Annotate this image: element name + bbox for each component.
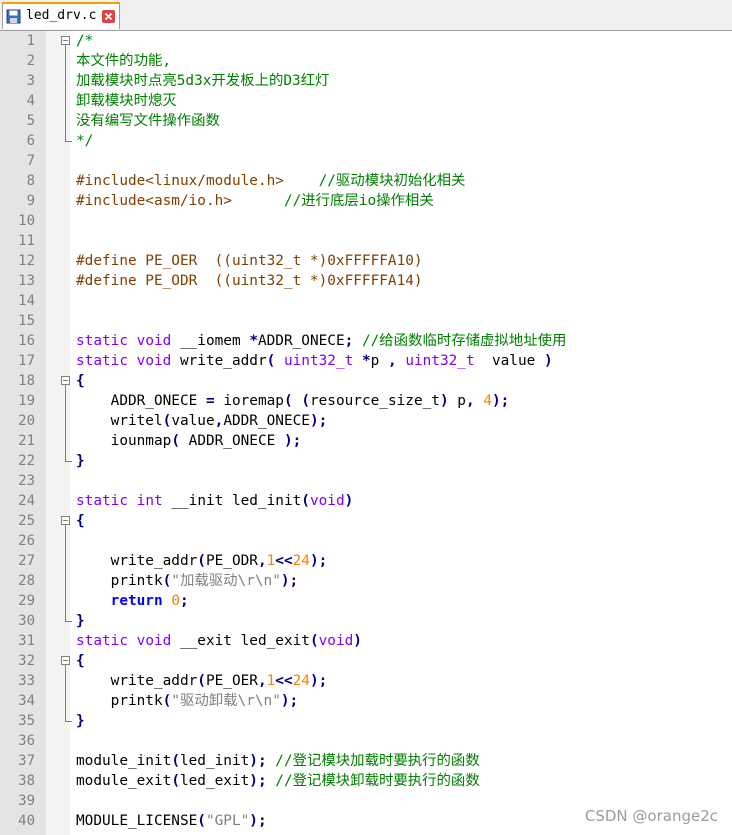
line-number: 38 [18, 773, 35, 789]
line-number: 18 [18, 373, 35, 389]
save-disk-icon [6, 9, 21, 24]
code-line: ADDR_ONECE = ioremap( (resource_size_t) … [110, 393, 510, 409]
watermark: CSDN @orange2c [584, 807, 718, 825]
line-number: 10 [18, 213, 35, 229]
line-number: 33 [18, 673, 35, 689]
code-line: module_exit(led_exit); //登记模块卸载时要执行的函数 [76, 773, 480, 789]
include-directive: #include<asm/io.h> [76, 193, 232, 209]
code-line: #define PE_ODR ((uint32_t *)0xFFFFFA14) [76, 273, 423, 289]
fold-line [65, 45, 66, 141]
line-number: 5 [26, 113, 35, 129]
line-number: 37 [18, 753, 35, 769]
code-line: writel(value,ADDR_ONECE); [110, 413, 328, 429]
code-comment: //给函数临时存储虚拟地址使用 [361, 333, 567, 349]
line-number: 15 [18, 313, 35, 329]
code-line: write_addr(PE_OER,1<<24); [110, 673, 328, 689]
line-number: 23 [18, 473, 35, 489]
fold-toggle-icon[interactable] [61, 656, 70, 665]
line-number: 20 [18, 413, 35, 429]
line-number: 30 [18, 613, 35, 629]
code-comment: //进行底层io操作相关 [283, 193, 434, 209]
fold-end [65, 621, 72, 622]
fold-line [65, 665, 66, 721]
line-number: 31 [18, 633, 35, 649]
code-line: 没有编写文件操作函数 [76, 113, 220, 129]
code-line: } [76, 613, 85, 629]
code-line: iounmap( ADDR_ONECE ); [110, 433, 302, 449]
file-tab[interactable]: led_drv.c [2, 2, 120, 29]
line-number: 9 [26, 193, 35, 209]
line-number: 14 [18, 293, 35, 309]
line-number: 12 [18, 253, 35, 269]
code-line: write_addr(PE_ODR,1<<24); [110, 553, 328, 569]
fold-end [65, 721, 72, 722]
line-number: 36 [18, 733, 35, 749]
code-line: { [76, 653, 85, 669]
line-number: 17 [18, 353, 35, 369]
code-line: */ [76, 133, 94, 149]
line-number: 25 [18, 513, 35, 529]
fold-toggle-icon[interactable] [61, 376, 70, 385]
line-number: 3 [26, 73, 35, 89]
code-line: static int __init led_init(void) [76, 493, 354, 509]
line-number: 29 [18, 593, 35, 609]
code-comment: //登记模块加载时要执行的函数 [275, 753, 480, 769]
code-line: 加载模块时点亮5d3x开发板上的D3红灯 [76, 73, 330, 89]
code-line: #include<asm/io.h> //进行底层io操作相关 [76, 191, 434, 211]
line-number: 6 [26, 133, 35, 149]
code-line: /* [76, 33, 94, 49]
line-number: 19 [18, 393, 35, 409]
line-number: 22 [18, 453, 35, 469]
line-number: 40 [18, 813, 35, 829]
fold-line [65, 525, 66, 621]
code-line: printk("驱动卸载\r\n"); [110, 693, 299, 709]
line-number: 27 [18, 553, 35, 569]
code-line: } [76, 453, 85, 469]
line-number: 13 [18, 273, 35, 289]
code-comment: //驱动模块初始化相关 [318, 173, 466, 189]
line-number: 1 [26, 33, 35, 49]
code-line: static void write_addr( uint32_t *p , ui… [76, 353, 553, 369]
code-line: static void __iomem *ADDR_ONECE; //给函数临时… [76, 333, 567, 349]
include-directive: #include<linux/module.h> [76, 173, 284, 189]
line-number: 7 [26, 153, 35, 169]
fold-line [65, 385, 66, 461]
fold-toggle-icon[interactable] [61, 36, 70, 45]
line-number: 16 [18, 333, 35, 349]
line-number: 2 [26, 53, 35, 69]
line-number: 21 [18, 433, 35, 449]
code-line: module_init(led_init); //登记模块加载时要执行的函数 [76, 753, 480, 769]
fold-end [65, 141, 72, 142]
code-comment: //登记模块卸载时要执行的函数 [275, 773, 480, 789]
code-line: } [76, 713, 85, 729]
line-number: 8 [26, 173, 35, 189]
close-icon[interactable] [102, 10, 115, 23]
tab-bar: led_drv.c [0, 0, 732, 31]
line-number: 11 [18, 233, 35, 249]
tab-label: led_drv.c [26, 8, 97, 23]
fold-toggle-icon[interactable] [61, 516, 70, 525]
code-line: #include<linux/module.h> //驱动模块初始化相关 [76, 171, 465, 191]
line-number: 34 [18, 693, 35, 709]
fold-margin [46, 31, 70, 835]
line-number: 28 [18, 573, 35, 589]
line-number: 35 [18, 713, 35, 729]
code-line: MODULE_LICENSE("GPL"); [76, 813, 267, 829]
line-number: 32 [18, 653, 35, 669]
code-line: printk("加载驱动\r\n"); [110, 573, 299, 589]
code-line: return 0; [110, 593, 189, 609]
code-line: 本文件的功能, [76, 53, 172, 69]
line-number: 26 [18, 533, 35, 549]
code-line: { [76, 513, 85, 529]
code-line: { [76, 373, 85, 389]
code-line: #define PE_OER ((uint32_t *)0xFFFFFA10) [76, 253, 423, 269]
line-number: 4 [26, 93, 35, 109]
code-line: static void __exit led_exit(void) [76, 633, 362, 649]
code-line: 卸载模块时熄灭 [76, 93, 177, 109]
line-number: 24 [18, 493, 35, 509]
fold-end [65, 461, 72, 462]
line-number: 39 [18, 793, 35, 809]
